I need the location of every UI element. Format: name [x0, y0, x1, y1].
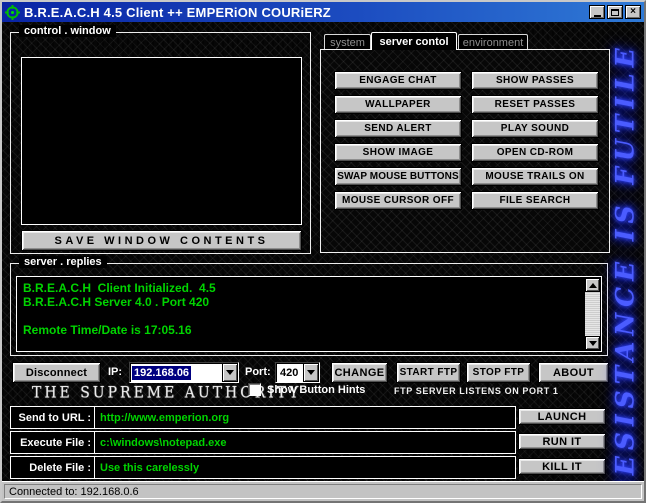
run-it-button[interactable]: RUN IT	[518, 433, 606, 450]
chevron-up-icon	[589, 283, 597, 288]
port-value: 420	[278, 366, 300, 380]
launch-button[interactable]: LAUNCH	[518, 408, 606, 425]
chevron-down-icon	[589, 341, 597, 346]
reply-line: Remote Time/Date is 17:05.16	[17, 323, 583, 337]
file-search-button[interactable]: FILE SEARCH	[471, 191, 599, 210]
reply-line: B.R.E.A.C.H Client Initialized. 4.5	[17, 281, 583, 295]
port-label: Port:	[245, 366, 271, 378]
mouse-cursor-off-button[interactable]: MOUSE CURSOR OFF	[334, 191, 462, 210]
stop-ftp-button[interactable]: STOP FTP	[466, 362, 531, 383]
reset-passes-button[interactable]: RESET PASSES	[471, 95, 599, 114]
tab-system[interactable]: system	[324, 34, 371, 50]
swap-mouse-buttons-button[interactable]: SWAP MOUSE BUTTONS	[334, 167, 462, 186]
maximize-icon	[611, 9, 619, 16]
reply-line	[17, 309, 583, 323]
save-window-contents-button[interactable]: SAVE WINDOW CONTENTS	[21, 230, 302, 251]
scroll-down-button[interactable]	[585, 336, 600, 350]
minimize-icon	[594, 15, 601, 17]
server-replies-listbox[interactable]: B.R.E.A.C.H Client Initialized. 4.5 B.R.…	[16, 276, 602, 352]
send-alert-button[interactable]: SEND ALERT	[334, 119, 462, 138]
ip-label: IP:	[108, 366, 122, 378]
reply-line: B.R.E.A.C.H Server 4.0 . Port 420	[17, 295, 583, 309]
show-image-button[interactable]: SHOW IMAGE	[334, 143, 462, 162]
mouse-trails-on-button[interactable]: MOUSE TRAILS ON	[471, 167, 599, 186]
crosshair-icon	[5, 5, 20, 20]
title-bar[interactable]: B.R.E.A.C.H 4.5 Client ++ EMPERiON COURi…	[2, 2, 644, 22]
status-text: Connected to: 192.168.0.6	[4, 484, 642, 499]
delete-file-input[interactable]: Use this carelessly	[95, 462, 515, 474]
tab-environment[interactable]: environment	[458, 34, 528, 50]
server-control-panel: ENGAGE CHAT SHOW PASSES WALLPAPER RESET …	[320, 49, 610, 253]
control-window-listbox[interactable]	[21, 57, 302, 225]
show-button-hints-label: Show Button Hints	[267, 384, 365, 396]
ip-dropdown-button[interactable]	[222, 363, 238, 382]
about-button[interactable]: ABOUT	[538, 362, 609, 383]
ip-combobox[interactable]: 192.168.06	[129, 362, 239, 383]
play-sound-button[interactable]: PLAY SOUND	[471, 119, 599, 138]
start-ftp-button[interactable]: START FTP	[396, 362, 461, 383]
disconnect-button[interactable]: Disconnect	[12, 362, 101, 383]
send-to-url-input[interactable]: http://www.emperion.org	[95, 412, 515, 424]
tab-server-contol[interactable]: server contol	[371, 32, 457, 50]
server-replies-group: server . replies B.R.E.A.C.H Client Init…	[10, 263, 608, 356]
engage-chat-button[interactable]: ENGAGE CHAT	[334, 71, 462, 90]
scroll-up-button[interactable]	[585, 278, 600, 292]
server-replies-label: server . replies	[19, 256, 107, 268]
minimize-button[interactable]	[589, 5, 605, 19]
close-icon: ×	[630, 7, 636, 17]
status-bar: Connected to: 192.168.0.6	[2, 481, 644, 501]
port-combobox[interactable]: 420	[275, 362, 320, 383]
show-passes-button[interactable]: SHOW PASSES	[471, 71, 599, 90]
change-button[interactable]: CHANGE	[331, 362, 388, 383]
execute-file-row: Execute File : c:\windows\notepad.exe	[10, 431, 516, 454]
close-button[interactable]: ×	[625, 5, 641, 19]
open-cdrom-button[interactable]: OPEN CD-ROM	[471, 143, 599, 162]
send-to-url-row: Send to URL : http://www.emperion.org	[10, 406, 516, 429]
send-to-url-label: Send to URL :	[11, 407, 95, 428]
watermark-text: RESISTANCE IS FUTILE	[607, 60, 643, 484]
window-title: B.R.E.A.C.H 4.5 Client ++ EMPERiON COURi…	[24, 5, 589, 20]
ftp-port-note: FTP SERVER LISTENS ON PORT 1	[394, 386, 559, 396]
delete-file-row: Delete File : Use this carelessly	[10, 456, 516, 479]
server-replies-text: B.R.E.A.C.H Client Initialized. 4.5 B.R.…	[17, 281, 583, 351]
wallpaper-button[interactable]: WALLPAPER	[334, 95, 462, 114]
maximize-button[interactable]	[607, 5, 623, 19]
app-window: B.R.E.A.C.H 4.5 Client ++ EMPERiON COURi…	[0, 0, 646, 503]
kill-it-button[interactable]: KILL IT	[518, 458, 606, 475]
client-area: control . window SAVE WINDOW CONTENTS sy…	[2, 22, 644, 481]
ip-value: 192.168.06	[132, 366, 191, 380]
control-window-label: control . window	[19, 25, 116, 37]
chevron-down-icon	[226, 370, 234, 375]
delete-file-label: Delete File :	[11, 457, 95, 478]
execute-file-input[interactable]: c:\windows\notepad.exe	[95, 437, 515, 449]
control-window-group: control . window SAVE WINDOW CONTENTS	[10, 32, 311, 254]
show-button-hints-checkbox[interactable]	[248, 383, 261, 396]
port-dropdown-button[interactable]	[303, 363, 319, 382]
execute-file-label: Execute File :	[11, 432, 95, 453]
replies-scrollbar[interactable]	[585, 278, 600, 350]
chevron-down-icon	[307, 370, 315, 375]
